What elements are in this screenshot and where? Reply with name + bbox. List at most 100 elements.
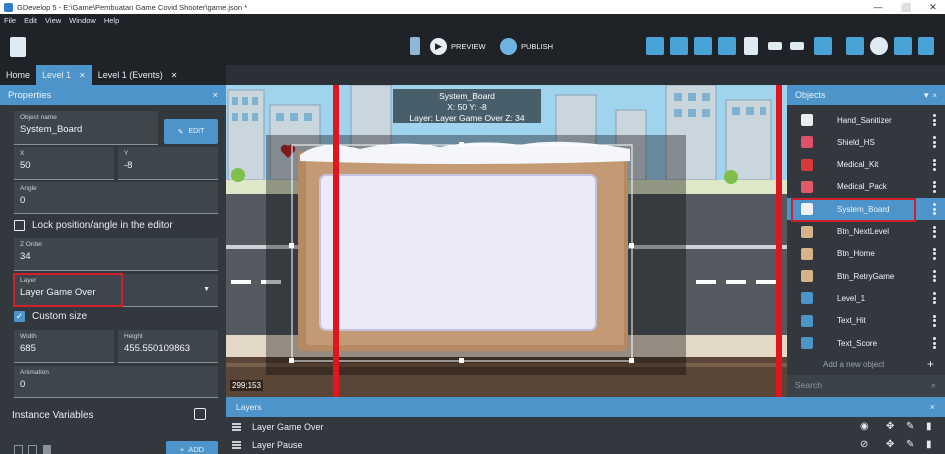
object-item-level-1[interactable]: Level_1 (787, 287, 945, 309)
menu-file[interactable]: File (4, 16, 16, 25)
object-groups-icon[interactable] (670, 37, 688, 55)
more-options-icon[interactable] (933, 136, 936, 149)
open-external-icon[interactable] (194, 408, 206, 420)
layer-row-game-over[interactable]: Layer Game Over ◉ ✥ ✎ ▮ (226, 418, 945, 436)
custom-size-checkbox[interactable]: ✓ Custom size (14, 311, 87, 322)
close-panel-icon[interactable]: × (930, 402, 935, 412)
object-item-text-score[interactable]: Text_Score (787, 332, 945, 354)
edit-object-button[interactable]: ✎ EDIT (164, 119, 218, 144)
edit-pencil-icon[interactable]: ✎ (906, 421, 914, 432)
x-field[interactable]: X 50 (14, 147, 114, 180)
object-item-btn-home[interactable]: Btn_Home (787, 243, 945, 265)
text-icon (801, 292, 813, 305)
trash-icon[interactable] (43, 445, 51, 454)
editor-tabs: Home Level 1 ✕ Level 1 (Events) ✕ (0, 65, 226, 85)
lock-toggle-icon[interactable]: ✥ (886, 439, 894, 450)
tab-level-1-events[interactable]: Level 1 (Events) ✕ (92, 65, 184, 85)
menu-help[interactable]: Help (104, 16, 119, 25)
close-tab-icon[interactable]: ✕ (171, 71, 178, 80)
object-search-input[interactable]: Search (787, 375, 945, 397)
delete-selection-icon[interactable] (814, 37, 832, 55)
object-item-btn-retrygame[interactable]: Btn_RetryGame (787, 265, 945, 287)
layers-title: Layers (236, 402, 262, 412)
minimize-button[interactable]: — (866, 0, 890, 14)
tab-home[interactable]: Home (0, 65, 36, 85)
paste-icon[interactable] (28, 445, 37, 454)
redo-icon[interactable] (790, 42, 804, 50)
x-label: X (20, 150, 25, 157)
z-order-label: Z Order (20, 241, 43, 248)
open-objects-panel-icon[interactable] (646, 37, 664, 55)
trash-icon[interactable]: ▮ (926, 439, 932, 450)
add-object-plus-icon[interactable]: + (927, 357, 934, 371)
scene-canvas[interactable]: System_Board X: 50 Y: -8 Layer: Layer Ga… (226, 85, 787, 397)
properties-panel-icon[interactable] (694, 37, 712, 55)
object-item-medical-kit[interactable]: Medical_Kit (787, 154, 945, 176)
drag-handle-icon[interactable] (232, 440, 241, 451)
publish-button[interactable]: PUBLISH (500, 37, 553, 55)
tooltip-position: X: 50 Y: -8 (447, 102, 487, 112)
object-item-text-hit[interactable]: Text_Hit (787, 310, 945, 332)
lock-toggle-icon[interactable]: ✥ (886, 421, 894, 432)
object-item-btn-nextlevel[interactable]: Btn_NextLevel (787, 221, 945, 243)
scene-settings-icon[interactable] (918, 37, 934, 55)
eye-off-icon[interactable]: ⊘ (860, 439, 868, 450)
height-label: Height (124, 333, 143, 340)
grid-icon[interactable] (846, 37, 864, 55)
object-item-hand-sanitizer[interactable]: Hand_Sanitizer (787, 109, 945, 131)
more-options-icon[interactable] (933, 337, 936, 349)
height-field[interactable]: Height 455.550109863 (118, 330, 218, 363)
add-new-object-button[interactable]: Add a new object (823, 360, 884, 369)
zoom-reset-icon[interactable] (870, 37, 888, 55)
object-name: Btn_Home (837, 249, 875, 259)
tab-level-1[interactable]: Level 1 ✕ (36, 65, 92, 85)
more-options-icon[interactable] (933, 292, 936, 305)
properties-header: Properties × (0, 85, 226, 105)
preview-button[interactable]: ▶ PREVIEW (430, 37, 486, 55)
angle-label: Angle (20, 185, 37, 192)
y-field[interactable]: Y -8 (118, 147, 218, 180)
layers-header: Layers × (226, 397, 945, 417)
close-window-button[interactable]: ✕ (921, 0, 945, 14)
zoom-icon[interactable] (894, 37, 912, 55)
menu-edit[interactable]: Edit (24, 16, 37, 25)
more-options-icon[interactable] (933, 180, 936, 193)
edit-label: EDIT (188, 128, 205, 135)
more-options-icon[interactable] (933, 158, 936, 171)
more-options-icon[interactable] (933, 114, 936, 126)
tooltip-layer: Layer: Layer Game Over Z: 34 (409, 113, 525, 123)
add-variable-button[interactable]: + ADD (166, 441, 218, 454)
filter-icon[interactable]: ▼ × (922, 91, 937, 100)
angle-field[interactable]: Angle 0 (14, 182, 218, 214)
z-order-field[interactable]: Z Order 34 (14, 238, 218, 271)
project-manager-icon[interactable] (10, 37, 26, 57)
menu-window[interactable]: Window (69, 16, 96, 25)
undo-icon[interactable] (768, 42, 782, 50)
animation-field[interactable]: Animation 0 (14, 366, 218, 398)
object-item-shield-hs[interactable]: Shield_HS (787, 131, 945, 153)
instances-list-icon[interactable] (718, 37, 736, 55)
more-options-icon[interactable] (933, 247, 936, 260)
object-item-medical-pack[interactable]: Medical_Pack (787, 176, 945, 198)
more-options-icon[interactable] (933, 225, 936, 238)
eye-icon[interactable]: ◉ (860, 421, 869, 432)
menu-view[interactable]: View (45, 16, 61, 25)
close-tab-icon[interactable]: ✕ (79, 71, 86, 80)
scene-artwork (226, 85, 787, 397)
copy-icon[interactable] (14, 445, 23, 454)
layers-panel-icon[interactable] (744, 37, 758, 55)
lock-position-checkbox[interactable]: Lock position/angle in the editor (14, 220, 173, 231)
drag-handle-icon[interactable] (232, 422, 241, 433)
edit-pencil-icon[interactable]: ✎ (906, 439, 914, 450)
object-highlight-annotation (791, 198, 916, 222)
debugger-icon[interactable] (410, 37, 420, 55)
width-field[interactable]: Width 685 (14, 330, 114, 363)
layer-row-pause[interactable]: Layer Pause ⊘ ✥ ✎ ▮ (226, 436, 945, 454)
more-options-icon[interactable] (933, 314, 936, 327)
more-options-icon[interactable] (933, 203, 936, 216)
maximize-button[interactable]: ⬜ (894, 0, 918, 14)
more-options-icon[interactable] (933, 270, 936, 283)
trash-icon[interactable]: ▮ (926, 421, 932, 432)
close-panel-icon[interactable]: × (212, 90, 218, 101)
layer-name: Layer Game Over (252, 422, 324, 432)
